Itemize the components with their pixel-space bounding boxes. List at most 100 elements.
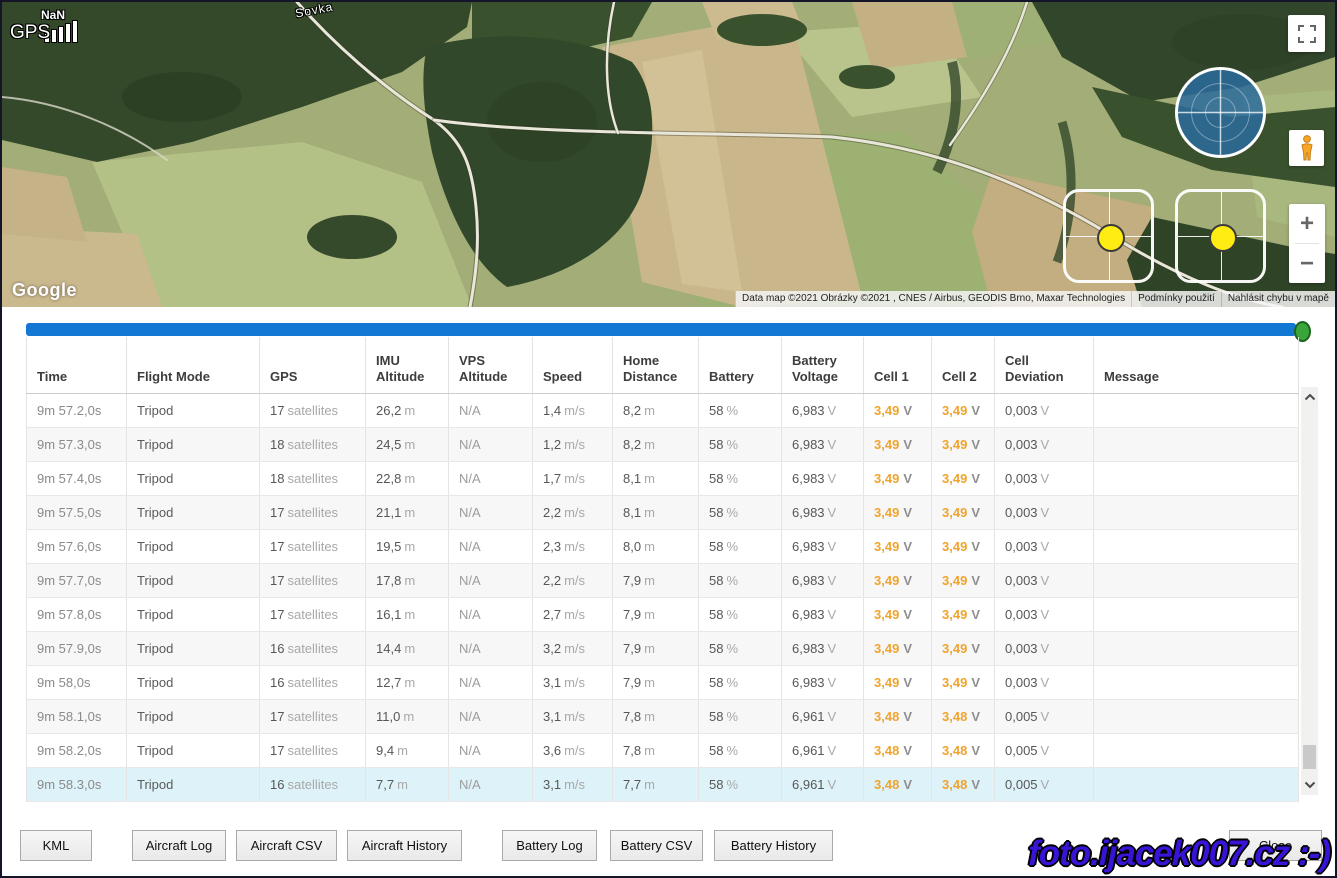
cell-mode: Tripod	[127, 768, 260, 802]
close-button[interactable]: Close	[1229, 830, 1322, 861]
cell-vps: N/A	[449, 598, 533, 632]
cell-vps: N/A	[449, 394, 533, 428]
table-row[interactable]: 9m 57.2,0sTripod17satellites26,2mN/A1,4m…	[27, 394, 1299, 428]
aircraft-csv-button[interactable]: Aircraft CSV	[236, 830, 337, 861]
cell-time: 9m 58,0s	[27, 666, 127, 700]
stick-position-left-gauge	[1063, 189, 1154, 283]
cell-dev: 0,005V	[995, 700, 1094, 734]
column-header-dev: Cell Deviation	[995, 337, 1094, 394]
cell-speed: 1,4m/s	[533, 394, 613, 428]
battery-log-button[interactable]: Battery Log	[502, 830, 597, 861]
map-view[interactable]: NaN GPS Sovka Google Data map ©2021 Obrá…	[2, 2, 1335, 307]
cell-cell1: 3,49V	[864, 496, 932, 530]
terms-link[interactable]: Podmínky použití	[1131, 291, 1221, 307]
chevron-up-icon	[1304, 393, 1316, 401]
cell-vps: N/A	[449, 462, 533, 496]
cell-battery: 58%	[699, 428, 782, 462]
aircraft-history-button[interactable]: Aircraft History	[347, 830, 462, 861]
cell-home: 7,9m	[613, 666, 699, 700]
cell-dev: 0,003V	[995, 530, 1094, 564]
column-header-time: Time	[27, 337, 127, 394]
cell-time: 9m 57.4,0s	[27, 462, 127, 496]
table-row[interactable]: 9m 57.8,0sTripod17satellites16,1mN/A2,7m…	[27, 598, 1299, 632]
scrollbar-thumb[interactable]	[1303, 745, 1316, 769]
cell-gps: 16satellites	[260, 632, 366, 666]
table-row[interactable]: 9m 58.1,0sTripod17satellites11,0mN/A3,1m…	[27, 700, 1299, 734]
battery-csv-button[interactable]: Battery CSV	[610, 830, 703, 861]
cell-time: 9m 58.3,0s	[27, 768, 127, 802]
cell-cell2: 3,49V	[932, 598, 995, 632]
cell-imu: 17,8m	[366, 564, 449, 598]
table-scrollbar[interactable]	[1301, 387, 1318, 795]
cell-imu: 16,1m	[366, 598, 449, 632]
cell-cell2: 3,49V	[932, 394, 995, 428]
cell-voltage: 6,983V	[782, 428, 864, 462]
cell-time: 9m 57.3,0s	[27, 428, 127, 462]
cell-time: 9m 58.2,0s	[27, 734, 127, 768]
flight-log-window: NaN GPS Sovka Google Data map ©2021 Obrá…	[0, 0, 1337, 878]
cell-cell1: 3,49V	[864, 462, 932, 496]
cell-gps: 17satellites	[260, 530, 366, 564]
table-row[interactable]: 9m 57.6,0sTripod17satellites19,5mN/A2,3m…	[27, 530, 1299, 564]
cell-voltage: 6,961V	[782, 734, 864, 768]
table-row[interactable]: 9m 57.9,0sTripod16satellites14,4mN/A3,2m…	[27, 632, 1299, 666]
cell-imu: 24,5m	[366, 428, 449, 462]
cell-home: 8,0m	[613, 530, 699, 564]
google-logo[interactable]: Google	[12, 280, 77, 301]
cell-mode: Tripod	[127, 734, 260, 768]
table-row[interactable]: 9m 57.4,0sTripod18satellites22,8mN/A1,7m…	[27, 462, 1299, 496]
telemetry-table: TimeFlight ModeGPSIMU AltitudeVPS Altitu…	[26, 337, 1298, 802]
cell-message	[1094, 700, 1299, 734]
table-row[interactable]: 9m 58.3,0sTripod16satellites7,7mN/A3,1m/…	[27, 768, 1299, 802]
column-header-vps: VPS Altitude	[449, 337, 533, 394]
streetview-pegman-button[interactable]	[1289, 130, 1324, 166]
cell-gps: 16satellites	[260, 666, 366, 700]
cell-cell1: 3,48V	[864, 700, 932, 734]
cell-gps: 17satellites	[260, 394, 366, 428]
table-row[interactable]: 9m 57.7,0sTripod17satellites17,8mN/A2,2m…	[27, 564, 1299, 598]
column-header-home: Home Distance	[613, 337, 699, 394]
cell-imu: 26,2m	[366, 394, 449, 428]
cell-imu: 14,4m	[366, 632, 449, 666]
timeline-track[interactable]	[26, 323, 1296, 336]
cell-vps: N/A	[449, 564, 533, 598]
table-row[interactable]: 9m 57.3,0sTripod18satellites24,5mN/A1,2m…	[27, 428, 1299, 462]
table-row[interactable]: 9m 58,0sTripod16satellites12,7mN/A3,1m/s…	[27, 666, 1299, 700]
scroll-up-button[interactable]	[1301, 387, 1318, 407]
kml-button[interactable]: KML	[20, 830, 92, 861]
cell-dev: 0,003V	[995, 394, 1094, 428]
cell-speed: 3,2m/s	[533, 632, 613, 666]
cell-message	[1094, 666, 1299, 700]
column-header-message: Message	[1094, 337, 1299, 394]
cell-mode: Tripod	[127, 598, 260, 632]
report-error-link[interactable]: Nahlásit chybu v mapě	[1221, 291, 1335, 307]
cell-battery: 58%	[699, 632, 782, 666]
battery-history-button[interactable]: Battery History	[714, 830, 833, 861]
zoom-in-button[interactable]: +	[1289, 204, 1325, 243]
table-row[interactable]: 9m 58.2,0sTripod17satellites9,4mN/A3,6m/…	[27, 734, 1299, 768]
fullscreen-icon	[1298, 25, 1316, 43]
cell-speed: 2,2m/s	[533, 496, 613, 530]
cell-message	[1094, 734, 1299, 768]
table-row[interactable]: 9m 57.5,0sTripod17satellites21,1mN/A2,2m…	[27, 496, 1299, 530]
gps-status-widget: NaN GPS	[10, 10, 90, 46]
cell-imu: 9,4m	[366, 734, 449, 768]
cell-imu: 11,0m	[366, 700, 449, 734]
zoom-out-button[interactable]: −	[1289, 244, 1325, 283]
aircraft-log-button[interactable]: Aircraft Log	[132, 830, 226, 861]
cell-vps: N/A	[449, 496, 533, 530]
fullscreen-button[interactable]	[1288, 15, 1325, 52]
compass-indicator	[1174, 66, 1267, 159]
cell-message	[1094, 428, 1299, 462]
scroll-down-button[interactable]	[1301, 775, 1318, 795]
cell-voltage: 6,983V	[782, 666, 864, 700]
cell-cell2: 3,49V	[932, 462, 995, 496]
cell-speed: 3,6m/s	[533, 734, 613, 768]
cell-cell1: 3,49V	[864, 530, 932, 564]
table-header-row: TimeFlight ModeGPSIMU AltitudeVPS Altitu…	[27, 337, 1299, 394]
cell-dev: 0,003V	[995, 564, 1094, 598]
cell-speed: 2,2m/s	[533, 564, 613, 598]
column-header-gps: GPS	[260, 337, 366, 394]
cell-mode: Tripod	[127, 530, 260, 564]
cell-imu: 7,7m	[366, 768, 449, 802]
